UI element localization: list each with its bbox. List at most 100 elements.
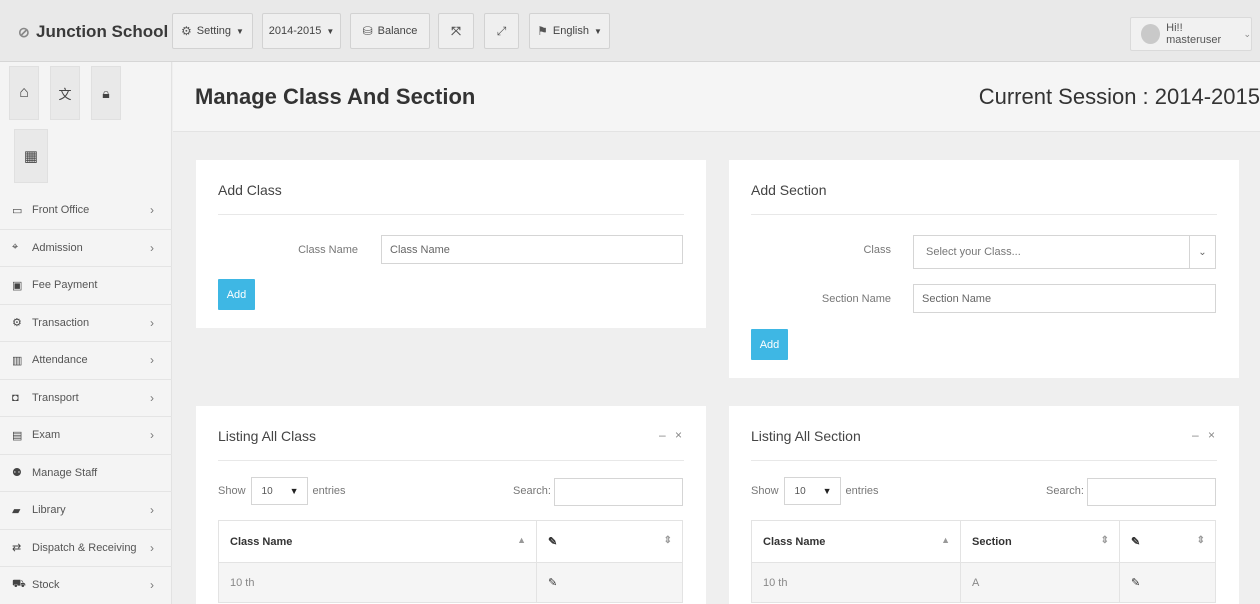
brand[interactable]: ⊘ Junction School [18, 22, 168, 42]
column-header-section[interactable]: Section ⇕ [960, 520, 1120, 563]
edit-icon: ✎ [1131, 536, 1141, 548]
chevron-right-icon: › [150, 428, 154, 442]
search-label: Search: [513, 485, 551, 497]
divider [218, 214, 684, 215]
class-label: Class [863, 244, 891, 256]
panel-title: Add Section [751, 182, 827, 198]
flag-icon: ⚑ [537, 24, 548, 38]
table-row: 10 th A ✎ [751, 562, 1216, 603]
file-icon: ▤ [12, 429, 23, 442]
section-name-label: Section Name [821, 293, 891, 305]
table-header-row: Class Name ▲ ✎ ⇕ [218, 520, 683, 563]
session-year-button[interactable]: 2014-2015 ▼ [262, 13, 341, 49]
sidebar-item-exam[interactable]: ▤ Exam › [0, 417, 172, 455]
lock-shortcut[interactable]: 🔒︎ [91, 66, 121, 120]
caret-down-icon: ▼ [593, 26, 602, 36]
section-table: Class Name ▲ Section ⇕ ✎ ⇕ 10 th A ✎ [751, 520, 1216, 603]
column-header-edit[interactable]: ✎ ⇕ [536, 520, 683, 563]
user-menu[interactable]: Hi!! masteruser ⌄ [1130, 17, 1252, 51]
sort-icon: ⇕ [663, 535, 672, 546]
sidebar-item-fee-payment[interactable]: ▣ Fee Payment [0, 267, 172, 305]
sort-icon: ⇕ [1100, 535, 1109, 546]
calendar-shortcut[interactable]: ▦ [14, 129, 48, 183]
resize-icon: ⤢ [496, 23, 507, 38]
translate-shortcut[interactable]: 文 [50, 66, 80, 120]
cell-class-name: 10 th [218, 562, 537, 603]
divider [218, 460, 684, 461]
home-shortcut[interactable]: ⌂ [9, 66, 39, 120]
class-select[interactable]: Select your Class... ⌄ [913, 235, 1216, 269]
sidebar-item-admission[interactable]: ⌖ Admission › [0, 230, 172, 267]
class-name-label: Class Name [298, 244, 358, 256]
fullscreen-button[interactable]: ⤧ [438, 13, 474, 49]
table-header-row: Class Name ▲ Section ⇕ ✎ ⇕ [751, 520, 1216, 563]
avatar [1141, 24, 1161, 44]
balance-button[interactable]: ⛁ Balance [350, 13, 430, 49]
sidebar-item-transaction[interactable]: ⚙ Transaction › [0, 305, 172, 342]
sidebar-item-transport[interactable]: ◘ Transport › [0, 380, 172, 417]
edit-button[interactable]: ✎ [536, 562, 683, 603]
class-name-input[interactable] [381, 235, 683, 264]
column-header-class-name[interactable]: Class Name ▲ [751, 520, 961, 563]
page-title: Manage Class And Section [195, 84, 476, 109]
bus-icon: ◘ [12, 391, 19, 404]
section-name-input[interactable] [913, 284, 1216, 313]
close-icon[interactable]: × [1208, 428, 1215, 442]
book-icon: ▰ [12, 504, 21, 517]
minimize-icon[interactable]: – [659, 428, 666, 442]
setting-button[interactable]: ⚙ Setting ▼ [172, 13, 253, 49]
home-icon: ⌂ [19, 84, 29, 101]
edit-icon: ✎ [548, 577, 558, 589]
add-section-button[interactable]: Add [751, 329, 788, 360]
exchange-icon: ⇄ [12, 542, 22, 555]
sidebar-item-library[interactable]: ▰ Library › [0, 492, 172, 530]
search-input[interactable] [554, 478, 683, 506]
sort-asc-icon: ▲ [517, 535, 526, 545]
entries-select[interactable]: 10 ▼ [250, 477, 308, 505]
entries-length: Show 10 ▼ entries [218, 477, 346, 505]
minimize-icon[interactable]: – [1192, 428, 1199, 442]
users-icon: ⚉ [12, 467, 22, 480]
graduation-cap-icon: ⌖ [12, 241, 19, 254]
edit-button[interactable]: ✎ [1119, 562, 1216, 603]
sidebar-item-front-office[interactable]: ▭ Front Office › [0, 192, 172, 230]
entries-length: Show 10 ▼ entries [751, 477, 879, 505]
gear-icon: ⚙ [181, 24, 192, 38]
listing-section-panel: Listing All Section – × Show 10 ▼ entries… [729, 406, 1239, 604]
column-header-edit[interactable]: ✎ ⇕ [1119, 520, 1216, 563]
sidebar-item-manage-staff[interactable]: ⚉ Manage Staff [0, 455, 172, 492]
search-input[interactable] [1087, 478, 1216, 506]
chevron-down-icon: ⌄ [1189, 236, 1215, 268]
chevron-right-icon: › [150, 540, 154, 555]
caret-down-icon: ▼ [822, 486, 832, 496]
bar-chart-icon: ▥ [12, 354, 23, 367]
table-row: 10 th ✎ [218, 562, 683, 603]
entries-select[interactable]: 10 ▼ [783, 477, 841, 505]
sidebar-item-stock[interactable]: ⛟ Stock › [0, 567, 172, 604]
resize-button[interactable]: ⤢ [484, 13, 519, 49]
app-name: Junction School [36, 22, 169, 41]
add-class-panel: Add Class Class Name Add [196, 160, 706, 328]
class-table: Class Name ▲ ✎ ⇕ 10 th ✎ [218, 520, 683, 603]
divider [751, 460, 1217, 461]
panel-title: Listing All Class [218, 428, 317, 444]
sidebar-item-attendance[interactable]: ▥ Attendance › [0, 342, 172, 380]
sidebar-item-dispatch-receiving[interactable]: ⇄ Dispatch & Receiving › [0, 530, 172, 567]
database-icon: ⛁ [362, 24, 373, 38]
column-header-class-name[interactable]: Class Name ▲ [218, 520, 537, 563]
money-icon: ▣ [12, 279, 23, 292]
current-session: Current Session : 2014-2015 [978, 84, 1260, 109]
add-class-button[interactable]: Add [218, 279, 255, 310]
chevron-down-icon: ⌄ [1243, 28, 1251, 39]
caret-down-icon: ▼ [236, 26, 244, 36]
divider [751, 214, 1217, 215]
edit-icon: ✎ [1131, 577, 1141, 589]
chevron-right-icon: › [150, 203, 154, 217]
sort-icon: ⇕ [1196, 535, 1205, 546]
sort-asc-icon: ▲ [941, 535, 950, 545]
language-button[interactable]: ⚑ English ▼ [529, 13, 610, 49]
top-navbar: ⊘ Junction School ⚙ Setting ▼ 2014-2015 ▼ … [0, 0, 1260, 62]
cell-class-name: 10 th [751, 562, 961, 603]
calendar-icon: ▦ [23, 148, 39, 165]
close-icon[interactable]: × [675, 428, 682, 442]
